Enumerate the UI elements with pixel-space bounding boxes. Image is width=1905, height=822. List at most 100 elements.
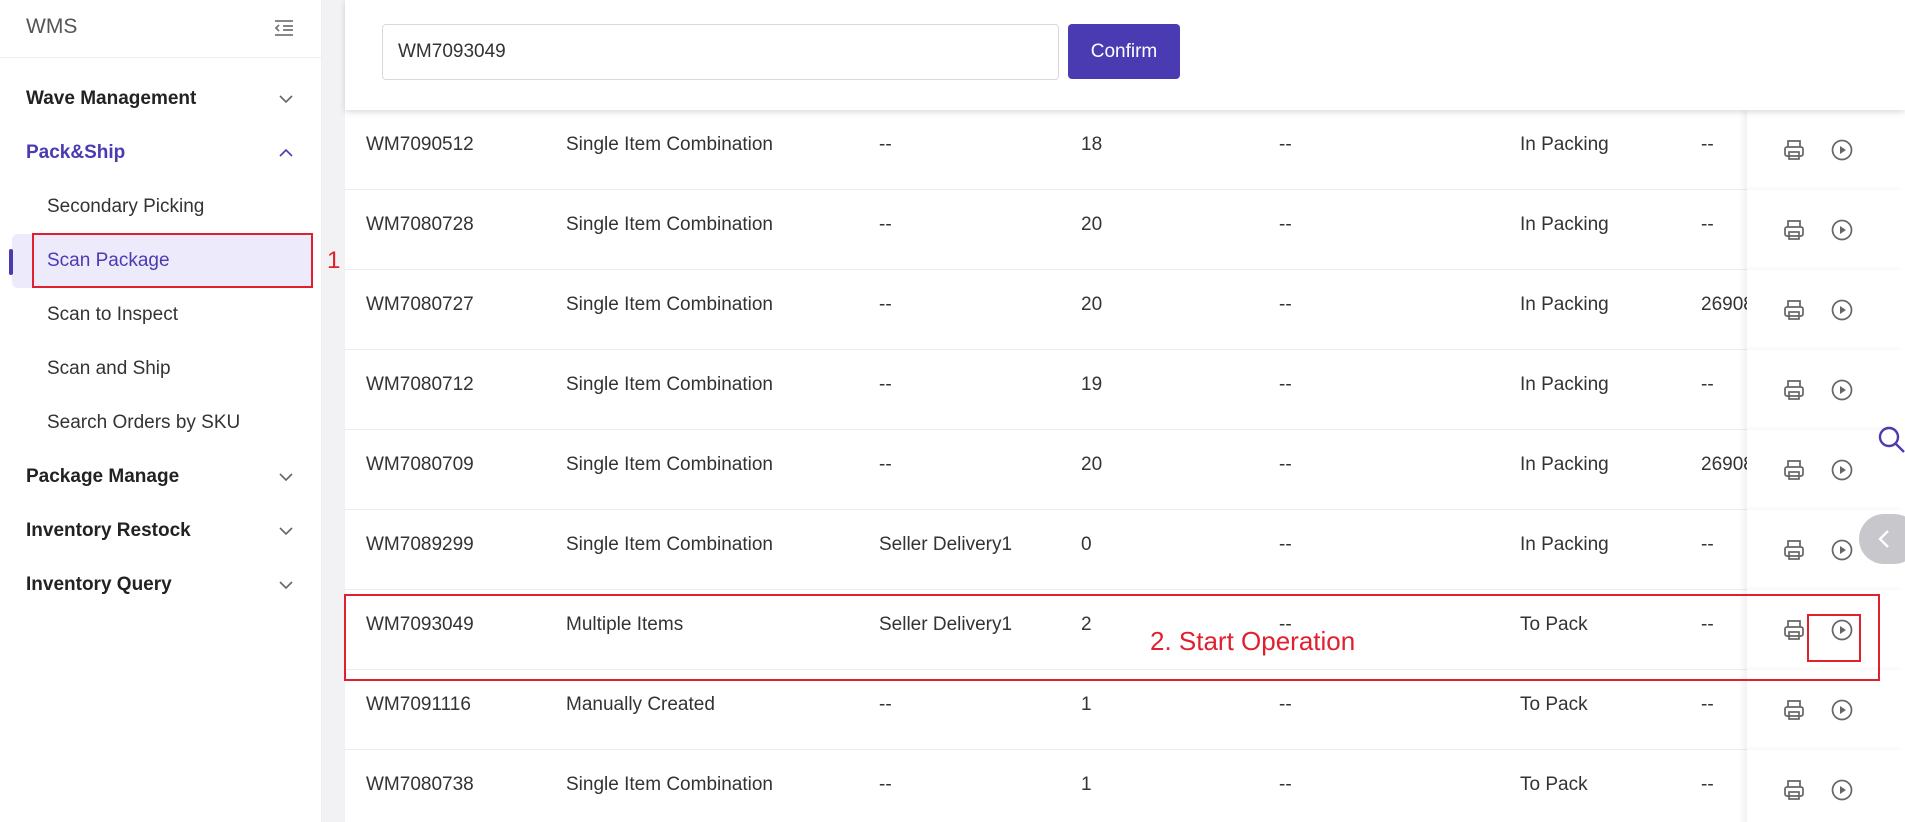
wave-type-cell: Single Item Combination	[566, 294, 773, 315]
menu-secondary-picking[interactable]: Secondary Picking	[0, 180, 322, 234]
sidebar-header: WMS	[0, 0, 322, 58]
main-content: WM7090512 Single Item Combination -- 18 -- In…	[345, 0, 1905, 822]
play-circle-icon[interactable]	[1830, 378, 1854, 402]
tracking-cell: 26908	[1701, 454, 1753, 475]
menu-collapse-icon[interactable]	[272, 16, 296, 40]
column-5-cell: --	[1279, 534, 1292, 555]
table-row: WM7080712 Single Item Combination -- 19 -- In…	[345, 350, 1905, 430]
menu-search-orders-by-sku[interactable]: Search Orders by SKU	[0, 396, 322, 450]
delivery-method-cell: --	[879, 774, 892, 795]
play-circle-icon[interactable]	[1830, 218, 1854, 242]
tracking-cell: --	[1701, 374, 1714, 395]
play-circle-icon[interactable]	[1830, 298, 1854, 322]
sidebar: WMS Wave Management Pack&Ship Secondary …	[0, 0, 322, 822]
play-circle-icon[interactable]	[1830, 698, 1854, 722]
table-row: WM7089299 Single Item Combination Seller D…	[345, 510, 1905, 590]
delivery-method-cell: --	[879, 454, 892, 475]
search-bar: Confirm	[345, 0, 1905, 110]
menu-wave-management[interactable]: Wave Management	[0, 72, 322, 126]
menu-label: Package Manage	[26, 466, 180, 487]
printer-icon[interactable]	[1782, 298, 1806, 322]
row-actions	[1747, 110, 1905, 190]
table-row: WM7080727 Single Item Combination -- 20 -- In…	[345, 270, 1905, 350]
wave-number-cell: WM7080728	[366, 214, 474, 235]
row-actions	[1747, 750, 1905, 822]
play-circle-icon[interactable]	[1830, 458, 1854, 482]
row-actions	[1747, 270, 1905, 350]
chevron-down-icon	[279, 527, 293, 536]
tracking-cell: --	[1701, 774, 1714, 795]
wave-type-cell: Single Item Combination	[566, 774, 773, 795]
table-row: WM7080728 Single Item Combination -- 20 -- In…	[345, 190, 1905, 270]
status-cell: In Packing	[1520, 374, 1609, 395]
search-icon[interactable]	[1876, 424, 1905, 454]
menu-label: Search Orders by SKU	[47, 412, 241, 433]
printer-icon[interactable]	[1782, 138, 1806, 162]
wave-type-cell: Single Item Combination	[566, 134, 773, 155]
play-circle-icon[interactable]	[1830, 538, 1854, 562]
nav-menu: Wave Management Pack&Ship Secondary Pick…	[0, 72, 322, 612]
annotation-box-step2-button	[1807, 614, 1861, 662]
status-cell: In Packing	[1520, 134, 1609, 155]
delivery-method-cell: --	[879, 214, 892, 235]
menu-scan-to-inspect[interactable]: Scan to Inspect	[0, 288, 322, 342]
column-5-cell: --	[1279, 214, 1292, 235]
column-5-cell: --	[1279, 774, 1292, 795]
tracking-cell: --	[1701, 694, 1714, 715]
status-cell: In Packing	[1520, 534, 1609, 555]
printer-icon[interactable]	[1782, 458, 1806, 482]
quantity-cell: 20	[1081, 214, 1103, 235]
package-search-input[interactable]	[382, 24, 1059, 80]
wave-number-cell: WM7080712	[366, 374, 474, 395]
column-5-cell: --	[1279, 294, 1292, 315]
menu-label: Inventory Restock	[26, 520, 191, 541]
table-row: WM7080709 Single Item Combination -- 20 -- In…	[345, 430, 1905, 510]
menu-inventory-restock[interactable]: Inventory Restock	[0, 504, 322, 558]
play-circle-icon[interactable]	[1830, 778, 1854, 802]
quantity-cell: 1	[1081, 694, 1092, 715]
quantity-cell: 1	[1081, 774, 1092, 795]
play-circle-icon[interactable]	[1830, 138, 1854, 162]
printer-icon[interactable]	[1782, 538, 1806, 562]
wave-type-cell: Single Item Combination	[566, 534, 773, 555]
wave-type-cell: Manually Created	[566, 694, 715, 715]
side-panel-toggle[interactable]	[1859, 514, 1905, 564]
status-cell: To Pack	[1520, 774, 1588, 795]
menu-label: Wave Management	[26, 88, 197, 109]
wave-type-cell: Single Item Combination	[566, 454, 773, 475]
delivery-method-cell: --	[879, 694, 892, 715]
printer-icon[interactable]	[1782, 698, 1806, 722]
status-cell: To Pack	[1520, 694, 1588, 715]
printer-icon[interactable]	[1782, 218, 1806, 242]
menu-scan-and-ship[interactable]: Scan and Ship	[0, 342, 322, 396]
delivery-method-cell: --	[879, 374, 892, 395]
quantity-cell: 19	[1081, 374, 1103, 395]
app-brand: WMS	[26, 15, 78, 38]
chevron-down-icon	[279, 95, 293, 104]
column-5-cell: --	[1279, 374, 1292, 395]
tracking-cell: 26908	[1701, 294, 1753, 315]
printer-icon[interactable]	[1782, 378, 1806, 402]
tracking-cell: --	[1701, 214, 1714, 235]
annotation-box-step2-row	[344, 594, 1880, 681]
printer-icon[interactable]	[1782, 778, 1806, 802]
quantity-cell: 0	[1081, 534, 1092, 555]
delivery-method-cell: --	[879, 294, 892, 315]
wave-type-cell: Single Item Combination	[566, 374, 773, 395]
wave-number-cell: WM7091116	[366, 694, 471, 715]
status-cell: In Packing	[1520, 454, 1609, 475]
wave-number-cell: WM7080738	[366, 774, 474, 795]
menu-label: Pack&Ship	[26, 142, 126, 163]
annotation-label-step1: 1	[327, 247, 341, 274]
table-row: WM7091116 Manually Created -- 1 -- To Pack --	[345, 670, 1905, 750]
status-cell: In Packing	[1520, 214, 1609, 235]
menu-pack-ship[interactable]: Pack&Ship	[0, 126, 322, 180]
delivery-method-cell: Seller Delivery1	[879, 534, 1013, 555]
menu-label: Scan to Inspect	[47, 304, 178, 325]
quantity-cell: 20	[1081, 294, 1103, 315]
menu-inventory-query[interactable]: Inventory Query	[0, 558, 322, 612]
menu-package-manage[interactable]: Package Manage	[0, 450, 322, 504]
annotation-label-step2: 2. Start Operation	[1150, 626, 1356, 656]
confirm-button[interactable]: Confirm	[1068, 24, 1180, 79]
wave-number-cell: WM7089299	[366, 534, 474, 555]
